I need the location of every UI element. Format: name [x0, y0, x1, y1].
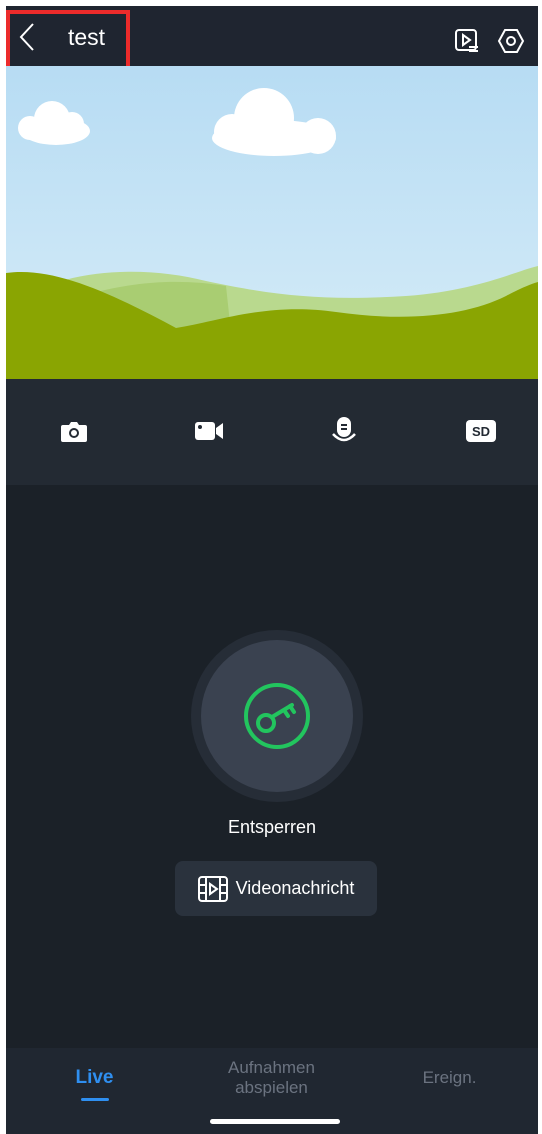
sd-badge-icon: SD — [466, 420, 496, 442]
playback-list-button[interactable] — [452, 26, 482, 56]
video-camera-icon — [195, 422, 223, 440]
home-indicator — [210, 1119, 340, 1124]
quality-label: SD — [471, 423, 491, 439]
landscape-placeholder-image — [6, 66, 538, 379]
unlock-label: Entsperren — [227, 817, 317, 837]
video-message-button[interactable]: Videonachricht — [175, 861, 377, 916]
tab-events-label: Ereign. — [422, 1068, 477, 1087]
unlock-button[interactable] — [201, 640, 353, 792]
microphone-icon — [332, 417, 356, 442]
film-icon — [197, 875, 228, 902]
key-icon — [244, 683, 310, 749]
main-panel: Entsperren Videonachricht — [6, 485, 538, 1048]
control-toolbar: SD — [6, 379, 538, 485]
record-button[interactable] — [189, 415, 229, 447]
snapshot-button[interactable] — [54, 415, 94, 447]
tab-live-label: Live — [75, 1067, 114, 1088]
hexagon-settings-icon — [497, 29, 525, 53]
tab-events[interactable]: Ereign. — [361, 1048, 538, 1108]
back-button[interactable] — [12, 20, 42, 54]
settings-button[interactable] — [496, 26, 526, 56]
tab-recordings[interactable]: Aufnahmen abspielen — [183, 1048, 360, 1108]
quality-sd-button[interactable]: SD — [461, 415, 501, 447]
active-tab-indicator — [81, 1098, 109, 1101]
chevron-left-icon — [19, 23, 34, 51]
tab-recordings-label: Aufnahmen abspielen — [228, 1058, 315, 1097]
live-video-view[interactable] — [6, 66, 538, 379]
top-bar: test — [6, 6, 538, 76]
video-message-label: Videonachricht — [235, 878, 355, 898]
playback-list-icon — [455, 29, 478, 52]
app-root: test SD Entsperren Videonachricht Live A… — [6, 6, 538, 1134]
bottom-tab-bar: Live Aufnahmen abspielen Ereign. — [6, 1048, 538, 1134]
talk-button[interactable] — [324, 415, 364, 447]
page-title: test — [68, 24, 106, 50]
camera-icon — [61, 422, 87, 442]
